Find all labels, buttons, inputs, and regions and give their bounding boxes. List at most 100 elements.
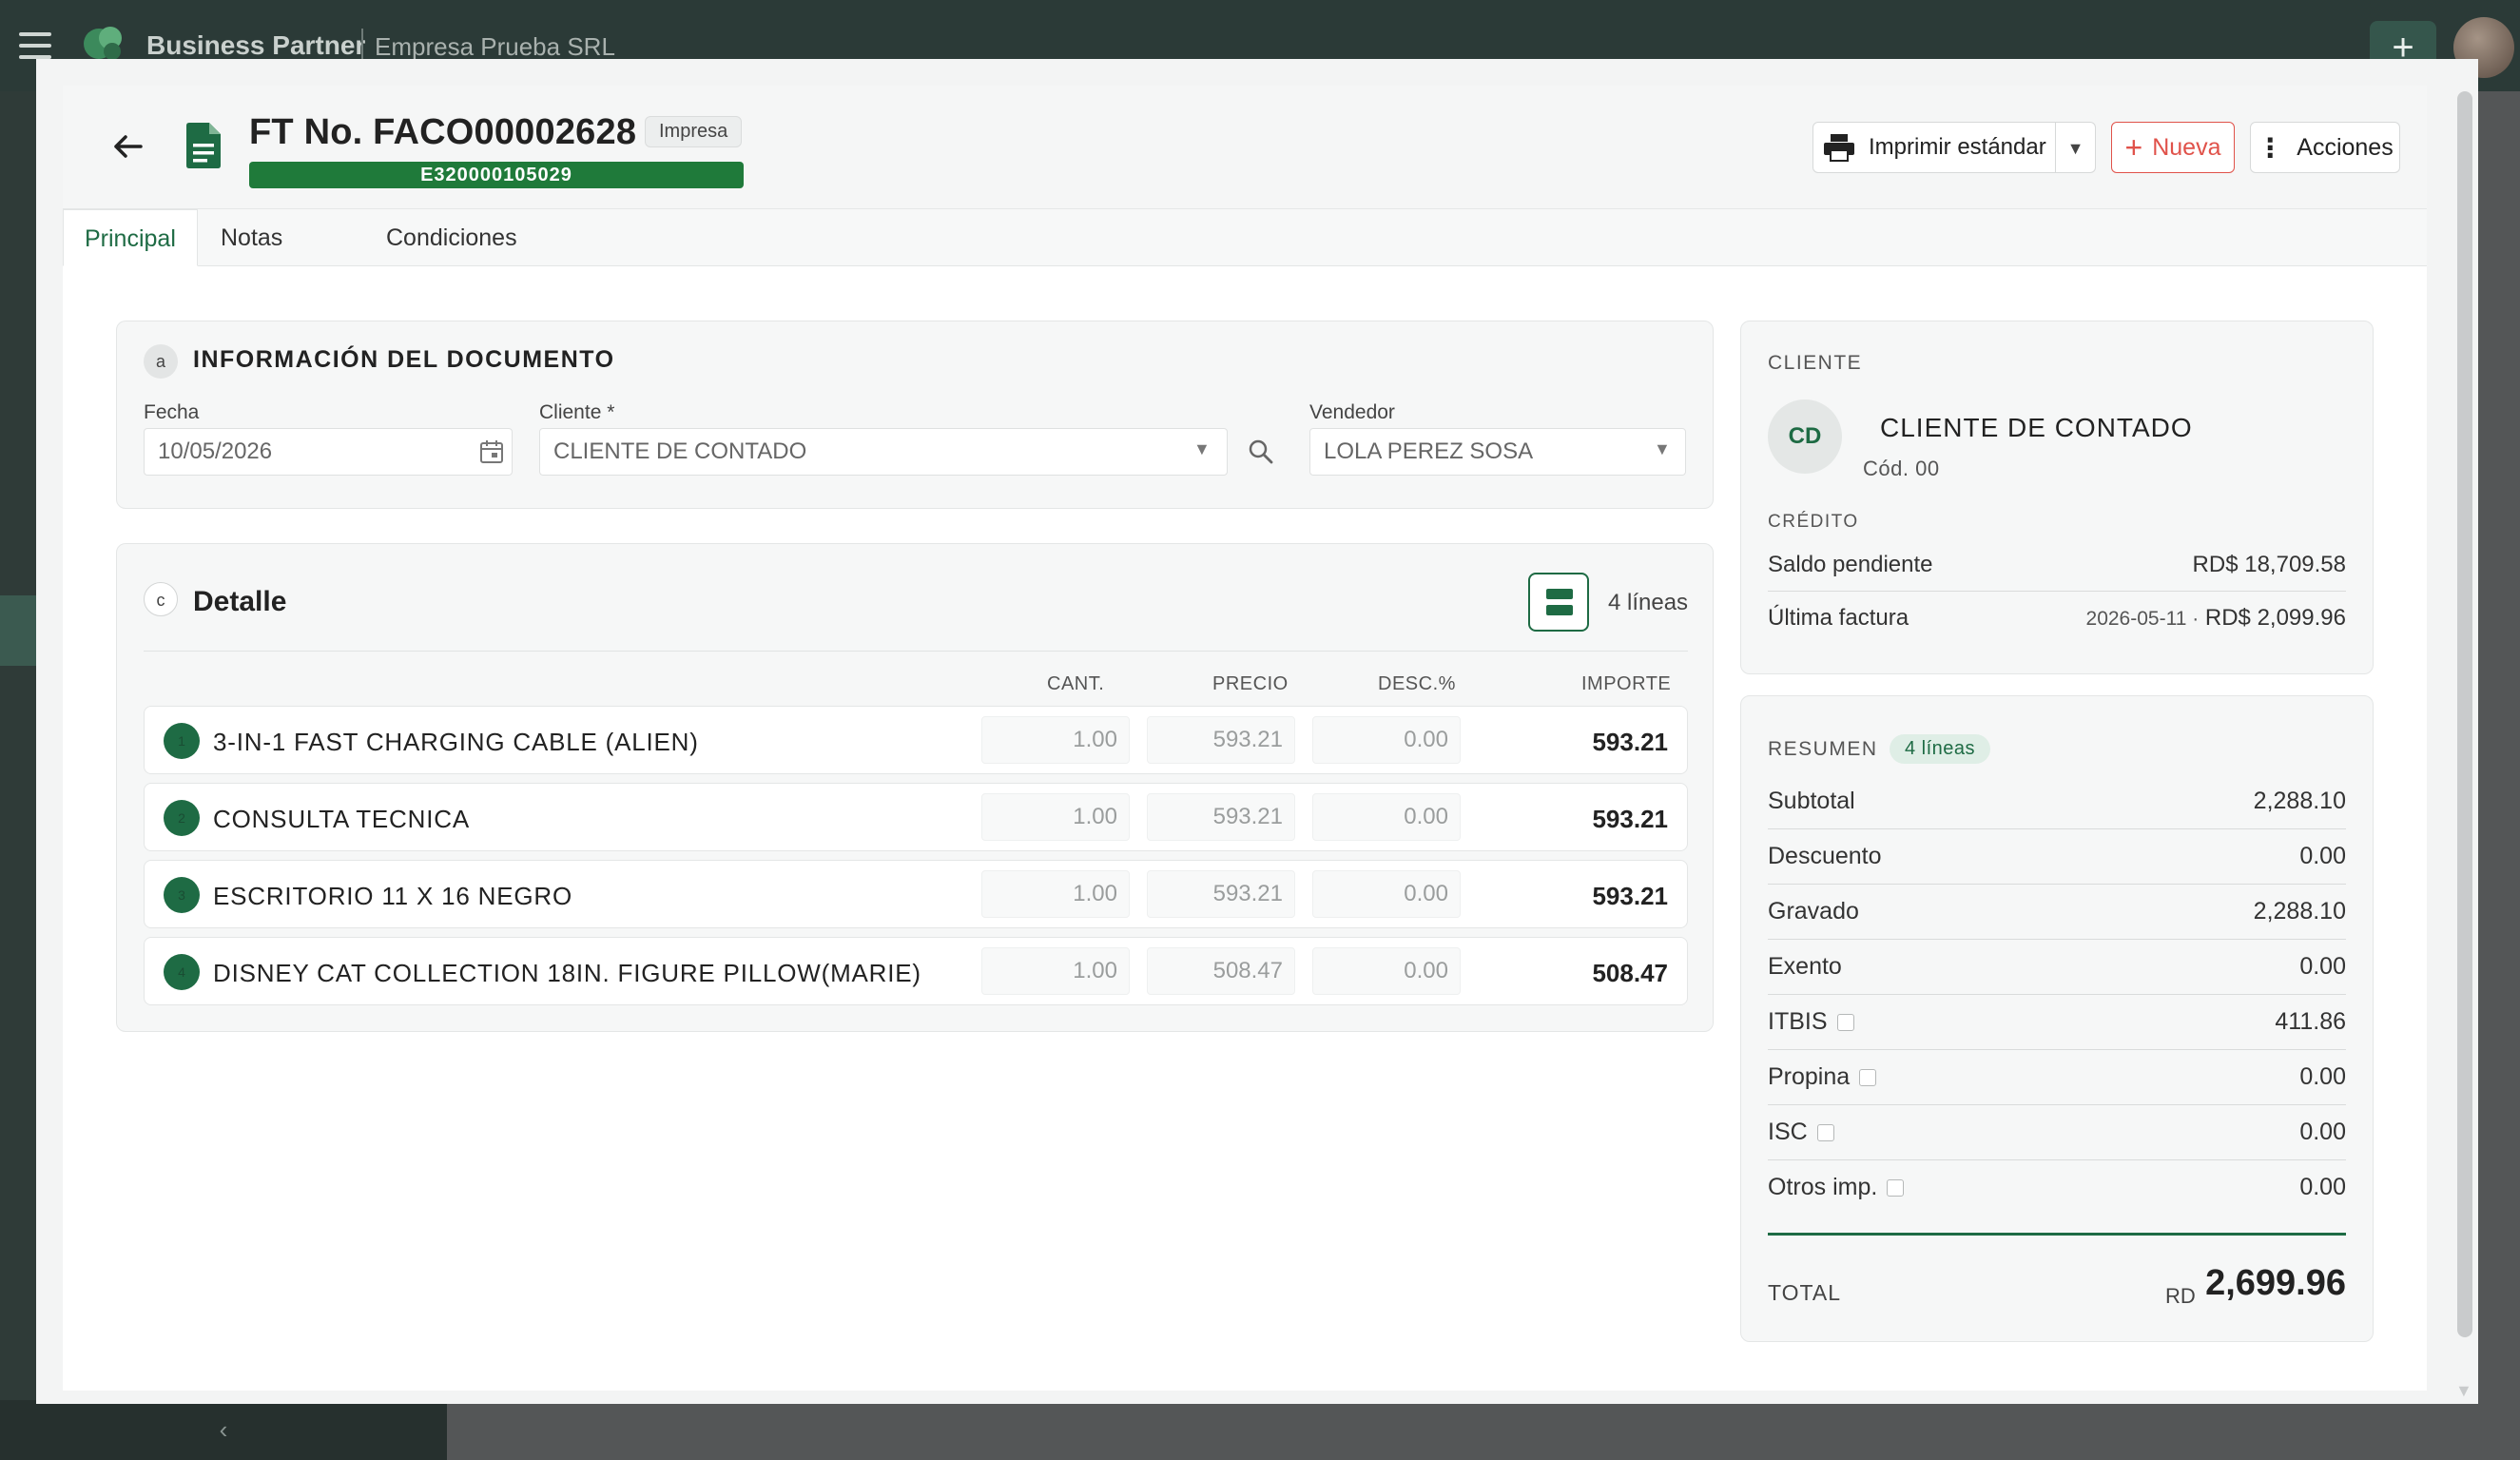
actions-button[interactable]: ⋮ Acciones [2250,122,2400,173]
search-icon[interactable] [1247,438,1275,466]
company-name: Empresa Prueba SRL [375,32,615,61]
itbis-checkbox[interactable] [1836,1013,1854,1031]
new-invoice-button[interactable]: + Nueva [2111,122,2235,173]
total-currency: RD [2165,1284,2196,1308]
column-header-cant: CANT. [1047,673,1105,694]
price-input[interactable]: 593.21 [1147,793,1295,841]
rows-icon [1546,605,1573,615]
summary-value: 411.86 [2275,1008,2346,1035]
row-description: DISNEY CAT COLLECTION 18IN. FIGURE PILLO… [213,959,921,987]
total-divider [1768,1233,2346,1236]
summary-value: 0.00 [2299,1174,2346,1200]
cliente-label: Cliente * [539,401,615,423]
credit-heading: CRÉDITO [1768,512,1859,532]
saldo-value: RD$ 18,709.58 [2192,552,2346,577]
client-name: CLIENTE DE CONTADO [1880,413,2193,442]
discount-input[interactable]: 0.00 [1312,716,1461,764]
view-toggle-button[interactable] [1528,573,1589,632]
tab-content: a INFORMACIÓN DEL DOCUMENTO Fecha 10/05/… [63,266,2427,1391]
saldo-row: Saldo pendiente RD$ 18,709.58 [1768,538,2346,592]
fecha-input[interactable]: 10/05/2026 [144,428,513,476]
summary-label: Gravado [1768,898,1859,925]
vendedor-select[interactable]: LOLA PEREZ SOSA [1309,428,1686,476]
row-description: ESCRITORIO 11 X 16 NEGRO [213,882,573,910]
summary-value: 2,288.10 [2253,898,2346,925]
summary-label: Descuento [1768,843,1882,869]
fecha-label: Fecha [144,401,200,423]
row-description: CONSULTA TECNICA [213,805,470,833]
summary-row-subtotal: Subtotal 2,288.10 [1768,774,2346,829]
discount-input[interactable]: 0.00 [1312,870,1461,918]
column-header-importe: IMPORTE [1581,673,1672,694]
line-count: 4 líneas [1608,590,1689,615]
client-code: Cód. 00 [1863,457,1940,480]
print-button-label: Imprimir estándar [1869,134,2046,160]
summary-row-gravado: Gravado 2,288.10 [1768,885,2346,940]
modal-scrollbar[interactable] [2457,91,2472,1337]
last-invoice-amount: RD$ 2,099.96 [2204,605,2346,631]
column-header-precio: PRECIO [1212,673,1289,694]
summary-value: 0.00 [2299,953,2346,980]
detail-card: c Detalle 4 líneas CANT. PRECIO DESC.% I… [116,543,1714,1032]
summary-heading: RESUMEN [1768,738,1878,760]
row-number: 1 [164,723,200,759]
tab-condiciones[interactable]: Condiciones [365,209,538,266]
total-label: TOTAL [1768,1280,1841,1305]
scroll-down-icon[interactable]: ▼ [2455,1381,2472,1401]
divider [144,651,1688,652]
isc-checkbox[interactable] [1816,1123,1834,1141]
summary-card: RESUMEN 4 líneas Subtotal 2,288.10 Descu… [1740,695,2374,1342]
summary-label-group: Propina [1768,1063,1877,1091]
tab-notas[interactable]: Notas [200,209,303,266]
price-input[interactable]: 593.21 [1147,716,1295,764]
document-icon [186,123,221,168]
summary-label: Otros imp. [1768,1174,1878,1200]
summary-value: 0.00 [2299,1119,2346,1145]
summary-label: Propina [1768,1063,1851,1090]
summary-label: ISC [1768,1119,1808,1145]
summary-row-itbis: ITBIS 411.86 [1768,995,2346,1050]
table-row[interactable]: 3 ESCRITORIO 11 X 16 NEGRO 1.00 593.21 0… [144,860,1688,928]
tab-principal[interactable]: Principal [63,209,198,266]
summary-label: Subtotal [1768,788,1855,814]
discount-input[interactable]: 0.00 [1312,793,1461,841]
chevron-down-icon: ▼ [1654,439,1671,458]
table-row[interactable]: 2 CONSULTA TECNICA 1.00 593.21 0.00 593.… [144,783,1688,851]
menu-icon[interactable] [19,32,51,59]
discount-input[interactable]: 0.00 [1312,947,1461,995]
section-title: Detalle [193,586,287,617]
cliente-select[interactable]: CLIENTE DE CONTADO [539,428,1228,476]
calendar-icon[interactable] [478,438,505,465]
otros-checkbox[interactable] [1887,1178,1905,1197]
rows-icon [1546,589,1573,599]
last-invoice-date: 2026-05-11 · [2085,608,2200,630]
table-row[interactable]: 4 DISNEY CAT COLLECTION 18IN. FIGURE PIL… [144,937,1688,1005]
last-invoice-value: 2026-05-11 · RD$ 2,099.96 [2086,605,2346,632]
print-button[interactable]: Imprimir estándar [1812,122,2056,173]
sidebar-collapse-button[interactable]: ‹ [0,1400,447,1460]
tab-bar: Principal Notas Condiciones [63,209,2427,266]
print-options-dropdown[interactable]: ▼ [2056,122,2096,173]
sidebar-active-item[interactable] [0,595,38,666]
quantity-input[interactable]: 1.00 [981,947,1130,995]
propina-checkbox[interactable] [1859,1068,1877,1086]
section-badge: a [144,344,178,379]
summary-label: ITBIS [1768,1008,1828,1035]
section-title: INFORMACIÓN DEL DOCUMENTO [193,346,615,373]
summary-value: 2,288.10 [2253,788,2346,814]
row-amount: 593.21 [1592,882,1668,910]
row-amount: 593.21 [1592,805,1668,833]
back-arrow-icon[interactable] [105,124,150,169]
price-input[interactable]: 508.47 [1147,947,1295,995]
price-input[interactable]: 593.21 [1147,870,1295,918]
row-amount: 508.47 [1592,959,1668,987]
quantity-input[interactable]: 1.00 [981,793,1130,841]
quantity-input[interactable]: 1.00 [981,870,1130,918]
quantity-input[interactable]: 1.00 [981,716,1130,764]
section-badge: c [144,582,178,616]
more-vertical-icon: ⋮ [2257,132,2284,163]
table-row[interactable]: 1 3-IN-1 FAST CHARGING CABLE (ALIEN) 1.0… [144,706,1688,774]
summary-label: Exento [1768,953,1842,980]
summary-row-exento: Exento 0.00 [1768,940,2346,995]
plus-icon: + [2124,130,2143,165]
